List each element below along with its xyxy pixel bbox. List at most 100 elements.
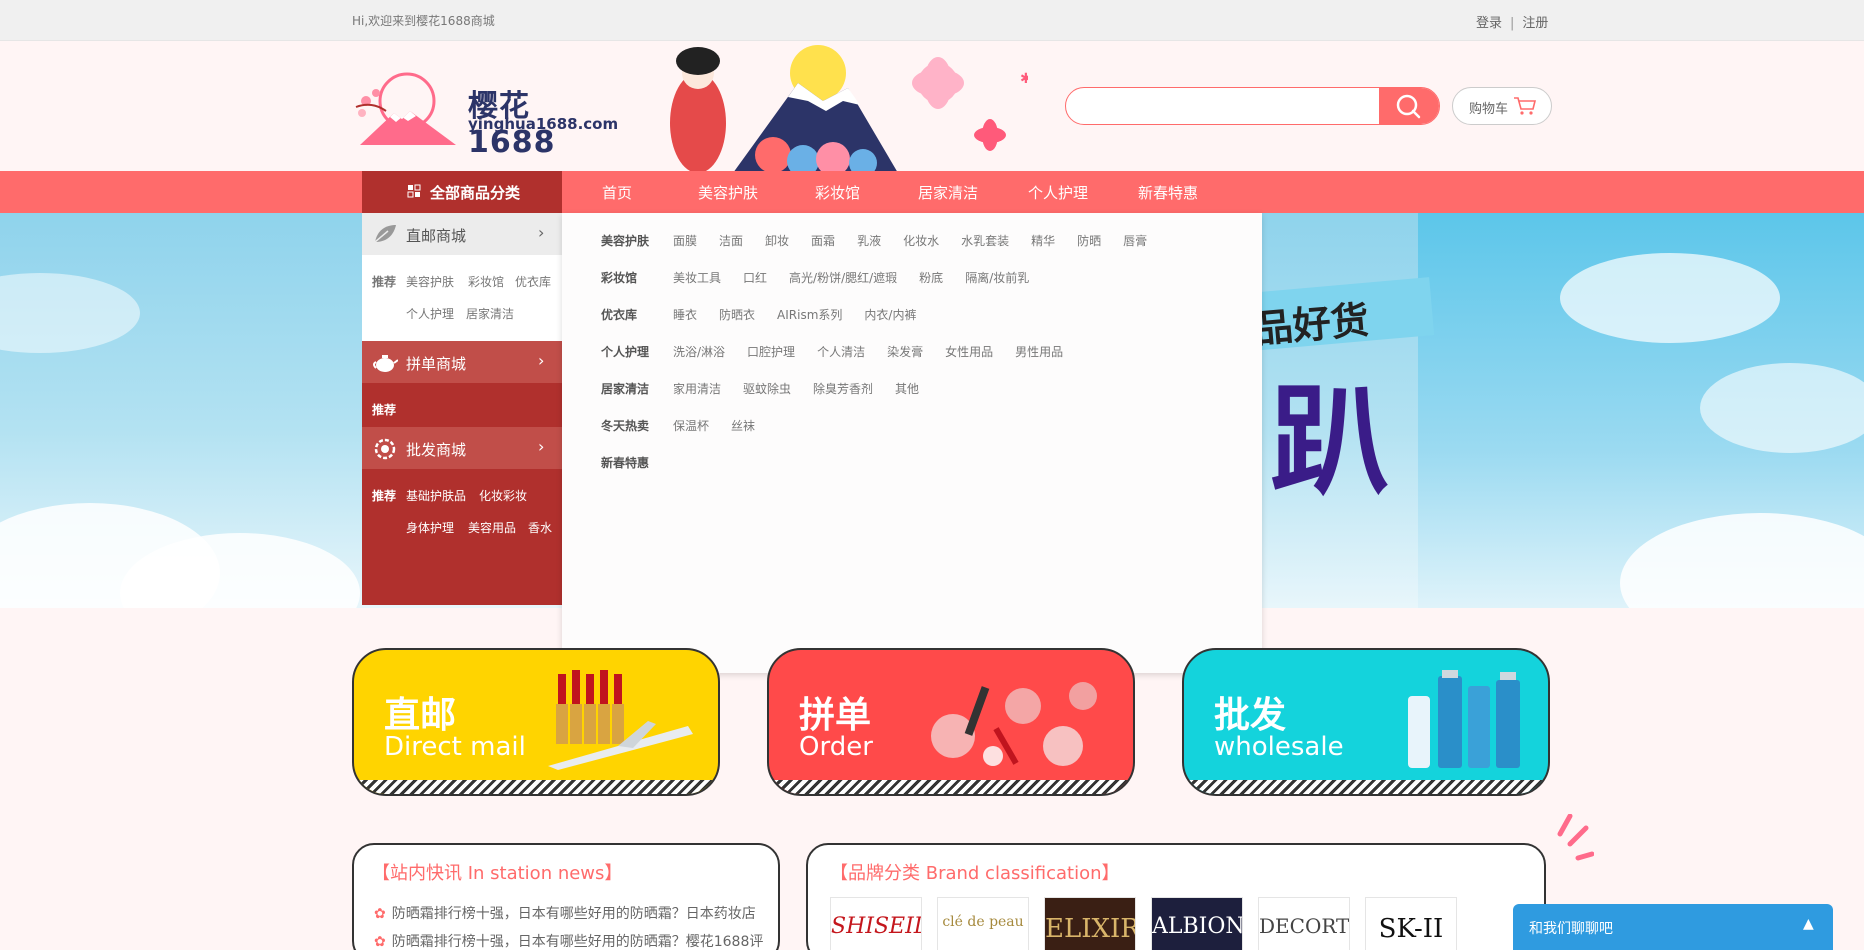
sidebar-link[interactable]: 居家清洁 — [466, 305, 514, 322]
auth-separator: | — [1510, 16, 1515, 31]
dropdown-item[interactable]: 化妆水 — [903, 234, 939, 248]
login-link[interactable]: 登录 — [1476, 16, 1502, 31]
cloud-shape — [1560, 253, 1780, 343]
news-item-text: 防晒霜排行榜十强，日本有哪些好用的防晒霜？樱花1688评 — [391, 934, 764, 950]
dropdown-item[interactable]: 丝袜 — [731, 419, 755, 433]
dropdown-item[interactable]: 女性用品 — [945, 345, 993, 359]
brand-logo-shiseido[interactable]: SHISEIDO — [830, 897, 922, 950]
sidebar-link[interactable]: 优衣库 — [515, 273, 551, 290]
nav-item-new-year-sale[interactable]: 新春特惠 — [1138, 182, 1198, 203]
dropdown-item[interactable]: AIRism系列 — [777, 308, 842, 322]
dropdown-item[interactable]: 隔离/妆前乳 — [965, 271, 1029, 285]
sidebar-link[interactable]: 香水 — [528, 519, 552, 536]
dropdown-item[interactable]: 精华 — [1031, 234, 1055, 248]
promo-card-direct-mail[interactable]: 直邮 Direct mail — [352, 648, 720, 796]
chevron-right-icon: › — [538, 351, 545, 370]
dropdown-item[interactable]: 男性用品 — [1015, 345, 1063, 359]
dropdown-item[interactable]: 保温杯 — [673, 419, 709, 433]
brands-title: 【品牌分类 Brand classification】 — [830, 863, 1120, 884]
promo-card-order[interactable]: 拼单 Order — [767, 648, 1135, 796]
dropdown-category[interactable]: 美容护肤 — [601, 232, 649, 249]
category-dropdown: 美容护肤 面膜 洁面 卸妆 面霜 乳液 化妆水 水乳套装 精华 防晒 唇膏 彩妆馆 美妆工具 口红 高… — [562, 213, 1262, 673]
banner-tag: 品好货 — [1247, 277, 1435, 351]
dropdown-item[interactable]: 口红 — [743, 271, 767, 285]
nav-item-skincare[interactable]: 美容护肤 — [698, 182, 758, 203]
dropdown-item[interactable]: 面膜 — [673, 234, 697, 248]
sidebar-direct-label: 直邮商城 — [406, 227, 467, 245]
recommend-label: 推荐 — [372, 403, 397, 417]
sidebar-link[interactable]: 身体护理 — [406, 519, 454, 536]
promo-subtitle: wholesale — [1214, 732, 1344, 762]
promo-stripe — [769, 780, 1133, 794]
auth-links: 登录 | 注册 — [1476, 12, 1548, 31]
search-input[interactable] — [1066, 88, 1380, 124]
dropdown-category[interactable]: 居家清洁 — [601, 380, 649, 397]
brand-logo-elixir[interactable]: ELIXIR — [1044, 897, 1136, 950]
sidebar-item-group-buy-mall[interactable]: 拼单商城 › — [362, 341, 562, 383]
dropdown-item[interactable]: 洁面 — [719, 234, 743, 248]
recommend-label: 推荐 — [372, 275, 397, 289]
brand-logo-decorte[interactable]: DECORTÉ — [1258, 897, 1350, 950]
dropdown-item[interactable]: 美妆工具 — [673, 271, 721, 285]
nav-item-home-cleaning[interactable]: 居家清洁 — [918, 182, 978, 203]
dropdown-item[interactable]: 口腔护理 — [747, 345, 795, 359]
dropdown-item[interactable]: 洗浴/淋浴 — [673, 345, 725, 359]
dropdown-item[interactable]: 家用清洁 — [673, 382, 721, 396]
dropdown-item[interactable]: 高光/粉饼/腮红/遮瑕 — [789, 271, 897, 285]
sidebar-link[interactable]: 彩妆馆 — [468, 273, 504, 290]
dropdown-item[interactable]: 其他 — [895, 382, 919, 396]
dropdown-item[interactable]: 卸妆 — [765, 234, 789, 248]
sidebar-link[interactable]: 美容用品 — [468, 519, 516, 536]
dropdown-item[interactable]: 防晒 — [1077, 234, 1101, 248]
all-categories-button[interactable]: 全部商品分类 — [362, 171, 562, 213]
dropdown-item[interactable]: 个人清洁 — [817, 345, 865, 359]
dropdown-category[interactable]: 优衣库 — [601, 306, 637, 323]
sidebar-wholesale-label: 批发商城 — [406, 441, 467, 459]
search-icon — [1396, 94, 1421, 119]
cart-button[interactable]: 购物车 — [1452, 87, 1552, 125]
site-header: 樱花1688 yinghua1688.com ✱ 购物车 — [0, 41, 1864, 173]
sidebar-item-wholesale-mall[interactable]: 批发商城 › — [362, 427, 562, 469]
cloud-shape — [0, 273, 140, 353]
chevron-right-icon: › — [538, 223, 545, 242]
brand-logo-cle-de-peau[interactable]: clé de peau — [937, 897, 1029, 950]
dropdown-item[interactable]: 面霜 — [811, 234, 835, 248]
chat-widget[interactable]: 和我们聊聊吧 ▲ — [1513, 904, 1833, 950]
site-logo[interactable]: 樱花1688 yinghua1688.com — [352, 71, 618, 160]
promo-title: 直邮 — [384, 695, 457, 736]
dropdown-item[interactable]: 防晒衣 — [719, 308, 755, 322]
dropdown-category[interactable]: 新春特惠 — [601, 454, 649, 471]
nav-item-home[interactable]: 首页 — [602, 182, 632, 203]
promo-subtitle: Order — [799, 732, 873, 762]
dropdown-item[interactable]: 染发膏 — [887, 345, 923, 359]
dropdown-item[interactable]: 内衣/内裤 — [864, 308, 916, 322]
nav-item-makeup[interactable]: 彩妆馆 — [815, 182, 860, 203]
dropdown-category[interactable]: 彩妆馆 — [601, 269, 637, 286]
promo-card-wholesale[interactable]: 批发 wholesale — [1182, 648, 1550, 796]
sidebar-link[interactable]: 美容护肤 — [406, 273, 454, 290]
sidebar-item-direct-mall[interactable]: 直邮商城 › — [362, 213, 562, 255]
dropdown-category[interactable]: 个人护理 — [601, 343, 649, 360]
register-link[interactable]: 注册 — [1522, 16, 1548, 31]
search-button[interactable] — [1379, 88, 1439, 124]
direct-mall-links: 推荐 美容护肤 彩妆馆 优衣库 个人护理 居家清洁 — [362, 255, 562, 341]
brand-logo-sk-ii[interactable]: SK-II — [1365, 897, 1457, 950]
sidebar-group-buy-label: 拼单商城 — [406, 355, 467, 373]
dropdown-item[interactable]: 乳液 — [857, 234, 881, 248]
dropdown-item[interactable]: 唇膏 — [1123, 234, 1147, 248]
news-item[interactable]: ✿ 防晒霜排行榜十强，日本有哪些好用的防晒霜？樱花1688评 — [374, 931, 764, 950]
brand-logo-albion[interactable]: ALBION — [1151, 897, 1243, 950]
dropdown-item[interactable]: 粉底 — [919, 271, 943, 285]
sidebar-link[interactable]: 化妆彩妆 — [479, 487, 527, 504]
sidebar-link[interactable]: 个人护理 — [406, 305, 454, 322]
sidebar-link[interactable]: 基础护肤品 — [406, 487, 466, 504]
dropdown-category[interactable]: 冬天热卖 — [601, 417, 649, 434]
dropdown-item[interactable]: 驱蚊除虫 — [743, 382, 791, 396]
dropdown-item[interactable]: 睡衣 — [673, 308, 697, 322]
chevron-right-icon: › — [538, 437, 545, 456]
dropdown-item[interactable]: 水乳套装 — [961, 234, 1009, 248]
news-item[interactable]: ✿ 防晒霜排行榜十强，日本有哪些好用的防晒霜？日本药妆店 — [374, 903, 764, 923]
nav-item-personal-care[interactable]: 个人护理 — [1028, 182, 1088, 203]
dropdown-item[interactable]: 除臭芳香剂 — [813, 382, 873, 396]
cart-label: 购物车 — [1469, 102, 1509, 117]
